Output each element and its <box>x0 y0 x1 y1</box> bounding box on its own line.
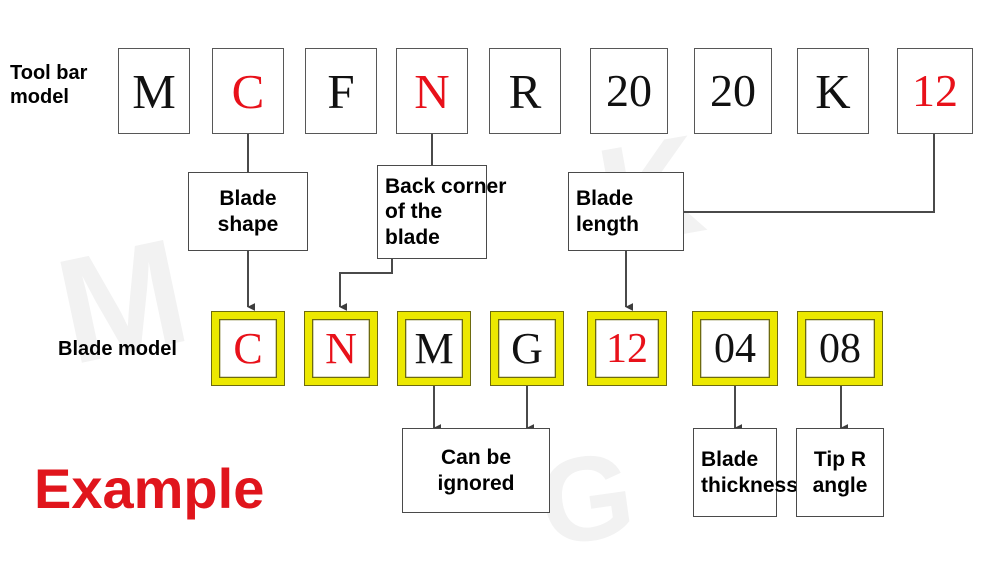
note-blade-shape: Blade shape <box>188 172 308 251</box>
note-blade-thickness-text: Blade thickness <box>701 448 798 497</box>
toolbar-cell-3: F <box>305 48 377 134</box>
toolbar-cell-6: 20 <box>590 48 668 134</box>
note-blade-shape-text: Blade shape <box>217 187 279 236</box>
note-can-be-ignored-text: Can be ignored <box>437 446 515 495</box>
example-caption: Example <box>34 457 265 520</box>
blade-cell-5: 12 <box>587 311 667 386</box>
toolbar-row-label: Tool bar model <box>10 62 88 108</box>
note-can-be-ignored: Can be ignored <box>402 428 550 513</box>
note-tip-r-angle: Tip R angle <box>796 428 884 517</box>
note-back-corner: Back corner of the blade <box>377 165 506 259</box>
blade-row-label: Blade model <box>58 338 177 360</box>
blade-cell-2: N <box>304 311 378 386</box>
note-blade-thickness: Blade thickness <box>693 428 798 517</box>
toolbar-cell-9: 12 <box>897 48 973 134</box>
watermark: M <box>43 205 201 397</box>
blade-cell-3: M <box>397 311 471 386</box>
note-back-corner-text: Back corner of the blade <box>385 175 507 249</box>
toolbar-cell-8: K <box>797 48 869 134</box>
blade-cell-1: C <box>211 311 285 386</box>
diagram-canvas: M K G <box>0 0 1000 575</box>
toolbar-cell-1: M <box>118 48 190 134</box>
blade-cell-4: G <box>490 311 564 386</box>
blade-cell-7: 08 <box>797 311 883 386</box>
toolbar-cell-5: R <box>489 48 561 134</box>
note-blade-length: Blade length <box>568 172 684 251</box>
toolbar-cell-4: N <box>396 48 468 134</box>
note-blade-length-text: Blade length <box>576 187 639 236</box>
toolbar-cell-7: 20 <box>694 48 772 134</box>
note-tip-r-angle-text: Tip R angle <box>812 448 868 497</box>
toolbar-cell-2: C <box>212 48 284 134</box>
blade-cell-6: 04 <box>692 311 778 386</box>
